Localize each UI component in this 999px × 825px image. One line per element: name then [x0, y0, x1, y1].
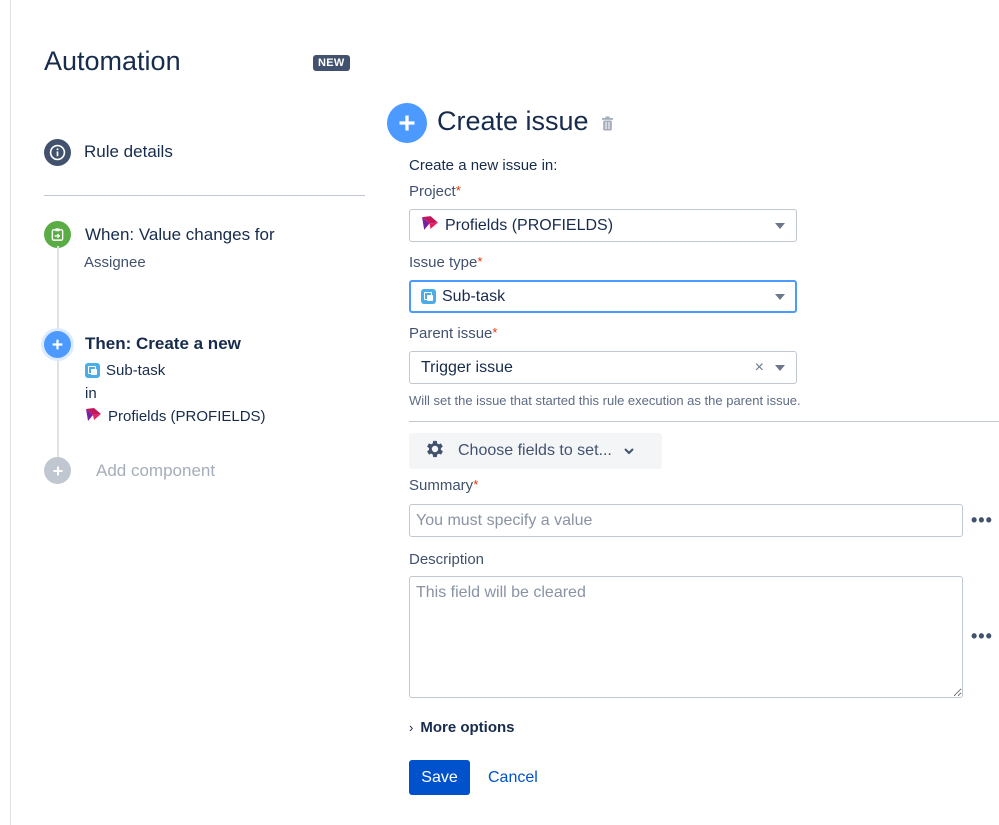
- action-issue-type-label: Sub-task: [106, 362, 166, 379]
- action-project-label: Profields (PROFIELDS): [108, 408, 266, 425]
- action-preposition: in: [85, 385, 97, 402]
- action-preposition-label: in: [85, 385, 97, 402]
- chevron-down-icon[interactable]: [775, 223, 785, 229]
- summary-label: Summary*: [409, 477, 478, 494]
- chevron-down-icon[interactable]: [775, 294, 785, 300]
- trigger-icon[interactable]: [44, 221, 71, 248]
- new-badge: NEW: [313, 55, 350, 71]
- more-options-toggle[interactable]: › More options: [409, 719, 515, 736]
- action-project: Profields (PROFIELDS): [85, 407, 266, 426]
- required-mark: *: [492, 325, 498, 340]
- issue-type-select[interactable]: Sub-task: [409, 280, 797, 313]
- parent-issue-select[interactable]: Trigger issue ×: [409, 351, 797, 384]
- form-intro: Create a new issue in:: [409, 157, 558, 174]
- add-component-icon[interactable]: [44, 457, 71, 484]
- description-textarea[interactable]: [409, 576, 963, 698]
- project-value: Profields (PROFIELDS): [445, 216, 614, 234]
- rail-connector: [57, 246, 59, 330]
- parent-issue-helper: Will set the issue that started this rul…: [409, 393, 801, 408]
- description-label: Description: [409, 551, 484, 568]
- chevron-right-icon: ›: [409, 720, 414, 735]
- action-issue-type: Sub-task: [85, 362, 165, 379]
- trigger-field: Assignee: [84, 254, 146, 271]
- save-button[interactable]: Save: [409, 760, 470, 795]
- parent-issue-label-text: Parent issue: [409, 325, 493, 342]
- project-label-text: Project: [409, 183, 456, 200]
- required-mark: *: [477, 254, 483, 269]
- parent-issue-label: Parent issue*: [409, 325, 497, 342]
- gear-icon: [424, 438, 446, 465]
- summary-more-button[interactable]: •••: [971, 510, 993, 531]
- create-issue-title: Create issue: [437, 106, 589, 136]
- rule-details-link[interactable]: Rule details: [84, 142, 173, 162]
- issue-type-label-text: Issue type: [409, 254, 478, 271]
- choose-fields-button[interactable]: Choose fields to set...: [409, 433, 662, 469]
- clear-icon[interactable]: ×: [755, 359, 764, 377]
- issue-type-value: Sub-task: [442, 287, 506, 305]
- description-more-button[interactable]: •••: [971, 626, 993, 647]
- action-title[interactable]: Then: Create a new: [85, 334, 241, 354]
- chevron-down-icon[interactable]: [775, 365, 785, 371]
- required-mark: *: [455, 183, 461, 198]
- summary-input[interactable]: [409, 504, 963, 537]
- info-icon[interactable]: [44, 139, 71, 166]
- summary-label-text: Summary: [409, 477, 474, 494]
- rail-divider: [44, 195, 365, 196]
- parent-issue-value: Trigger issue: [421, 358, 513, 376]
- issue-type-label: Issue type*: [409, 254, 482, 271]
- add-component-link[interactable]: Add component: [96, 461, 215, 481]
- form-divider: [409, 421, 999, 422]
- trigger-title[interactable]: When: Value changes for: [85, 225, 275, 245]
- rail-connector: [57, 360, 59, 458]
- choose-fields-label: Choose fields to set...: [458, 442, 612, 459]
- chevron-down-icon: [624, 442, 634, 460]
- profields-logo-icon: [421, 215, 439, 236]
- description-label-text: Description: [409, 551, 485, 568]
- trash-icon[interactable]: [601, 116, 614, 136]
- project-select[interactable]: Profields (PROFIELDS): [409, 209, 797, 242]
- left-border: [10, 0, 11, 825]
- subtask-icon: [85, 363, 100, 378]
- subtask-icon: [421, 289, 436, 304]
- plus-icon[interactable]: [44, 331, 71, 358]
- page-title: Automation: [44, 46, 181, 76]
- create-issue-icon: [387, 103, 427, 143]
- cancel-button[interactable]: Cancel: [488, 769, 538, 787]
- project-label: Project*: [409, 183, 461, 200]
- profields-logo-icon: [85, 407, 102, 426]
- required-mark: *: [473, 477, 479, 492]
- more-options-label: More options: [420, 719, 515, 736]
